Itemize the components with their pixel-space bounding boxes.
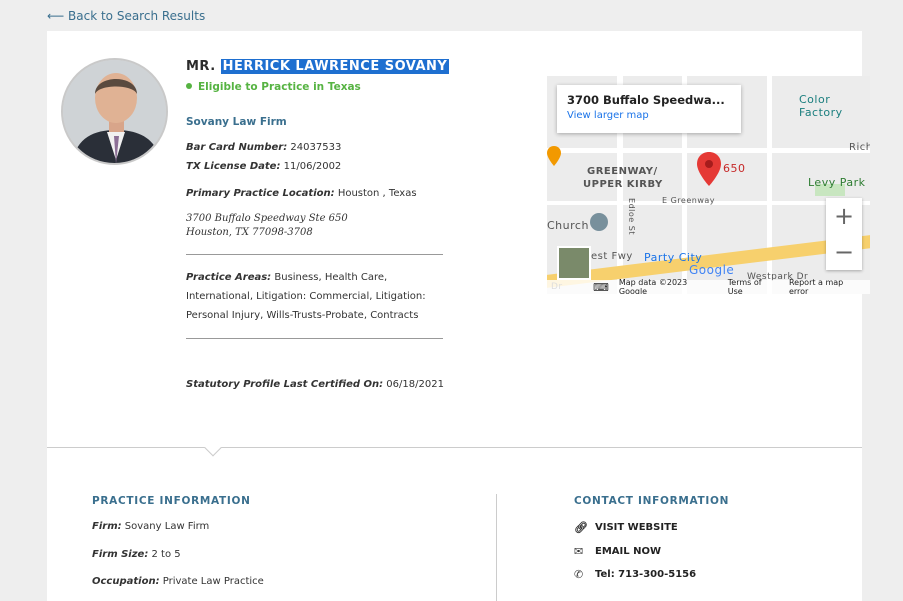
contact-info-title: CONTACT INFORMATION [574, 495, 730, 507]
google-map[interactable]: Color Factory GREENWAY/ UPPER KIRBY Chur… [547, 76, 870, 294]
email-now-link[interactable]: ✉ EMAIL NOW [574, 545, 661, 558]
attorney-photo [61, 58, 168, 165]
license-row: TX License Date: 11/06/2002 [186, 161, 341, 172]
church-marker-icon [590, 213, 608, 231]
location-label: Primary Practice Location: [186, 188, 335, 199]
firm-size-label: Firm Size: [92, 549, 149, 560]
bar-card-label: Bar Card Number: [186, 142, 288, 153]
phone-label: Tel: 713-300-5156 [595, 569, 697, 580]
practice-firm-label: Firm: [92, 521, 122, 532]
firm-size-value: 2 to 5 [151, 549, 181, 560]
back-to-results-link[interactable]: ⟵ Back to Search Results [47, 9, 205, 23]
eligibility-text: Eligible to Practice in Texas [198, 81, 361, 93]
map-label-edloe: Edloe St [626, 198, 636, 235]
map-popup-title: 3700 Buffalo Speedwa... [567, 93, 725, 107]
divider [186, 338, 443, 339]
license-value: 11/06/2002 [283, 161, 342, 172]
phone-icon: ✆ [574, 568, 584, 581]
map-label-fwy: est Fwy [591, 251, 633, 262]
satellite-thumbnail[interactable] [557, 246, 591, 280]
practice-areas: Practice Areas: Business, Health Care, I… [186, 268, 448, 325]
zoom-controls: + − [826, 198, 862, 270]
report-map-error-link[interactable]: Report a map error [789, 278, 865, 294]
attorney-name: MR. HERRICK LAWRENCE SOVANY [186, 59, 450, 74]
occupation-row: Occupation: Private Law Practice [92, 576, 264, 587]
location-pin-icon[interactable] [697, 152, 721, 190]
email-now-label: EMAIL NOW [595, 546, 661, 557]
practice-areas-label: Practice Areas: [186, 272, 272, 283]
column-divider [496, 494, 497, 601]
visit-website-label: VISIT WEBSITE [595, 522, 678, 533]
view-larger-map-link[interactable]: View larger map [567, 110, 731, 121]
map-label-upper-kirby: UPPER KIRBY [583, 179, 663, 190]
section-divider [47, 447, 862, 448]
link-icon: 🔗︎ [574, 521, 588, 534]
occupation-label: Occupation: [92, 576, 160, 587]
zoom-out-button[interactable]: − [826, 234, 862, 270]
map-footer: ⌨ Map data ©2023 Google Terms of Use Rep… [547, 278, 870, 294]
terms-link[interactable]: Terms of Use [728, 278, 779, 294]
firm-link[interactable]: Sovany Law Firm [186, 116, 287, 128]
status-dot-icon [186, 83, 192, 89]
practice-firm-row: Firm: Sovany Law Firm [92, 521, 209, 532]
map-label-color-factory: Color Factory [799, 93, 843, 119]
certified-row: Statutory Profile Last Certified On: 06/… [186, 379, 444, 390]
occupation-value: Private Law Practice [162, 576, 264, 587]
location-value: Houston , Texas [337, 188, 417, 199]
name-prefix: MR. [186, 59, 216, 74]
restaurant-marker-icon [547, 146, 561, 170]
google-logo: Google [689, 263, 735, 277]
firm-size-row: Firm Size: 2 to 5 [92, 549, 181, 560]
license-label: TX License Date: [186, 161, 281, 172]
map-label-church: Church [547, 219, 589, 232]
zoom-in-button[interactable]: + [826, 198, 862, 234]
visit-website-link[interactable]: 🔗︎ VISIT WEBSITE [574, 521, 678, 534]
divider-notch [204, 439, 222, 457]
name-highlighted: HERRICK LAWRENCE SOVANY [220, 59, 450, 74]
practice-info-title: PRACTICE INFORMATION [92, 495, 251, 507]
certified-value: 06/18/2021 [386, 379, 444, 390]
map-label-pin-number: 650 [723, 162, 746, 175]
envelope-icon: ✉ [574, 545, 584, 558]
map-label-rich: Rich [849, 142, 870, 153]
map-label-e-greenway: E Greenway [662, 196, 716, 205]
eligibility-status: Eligible to Practice in Texas [186, 81, 361, 93]
certified-label: Statutory Profile Last Certified On: [186, 379, 384, 390]
bar-card-row: Bar Card Number: 24037533 [186, 142, 341, 153]
address-line-2: Houston, TX 77098-3708 [186, 227, 313, 238]
keyboard-shortcuts-icon[interactable]: ⌨ [593, 281, 609, 294]
phone-link[interactable]: ✆ Tel: 713-300-5156 [574, 568, 696, 581]
address-line-1: 3700 Buffalo Speedway Ste 650 [186, 213, 348, 224]
bar-card-value: 24037533 [290, 142, 342, 153]
divider [186, 254, 443, 255]
practice-firm-value: Sovany Law Firm [124, 521, 210, 532]
map-info-popup: 3700 Buffalo Speedwa... View larger map [557, 85, 741, 133]
map-data-text: Map data ©2023 Google [618, 278, 688, 294]
office-address: 3700 Buffalo Speedway Ste 650 Houston, T… [186, 212, 348, 240]
map-label-greenway: GREENWAY/ [587, 166, 658, 177]
profile-card: MR. HERRICK LAWRENCE SOVANY Eligible to … [47, 31, 870, 601]
map-label-levy-park: Levy Park [808, 176, 866, 189]
location-row: Primary Practice Location: Houston , Tex… [186, 188, 417, 199]
